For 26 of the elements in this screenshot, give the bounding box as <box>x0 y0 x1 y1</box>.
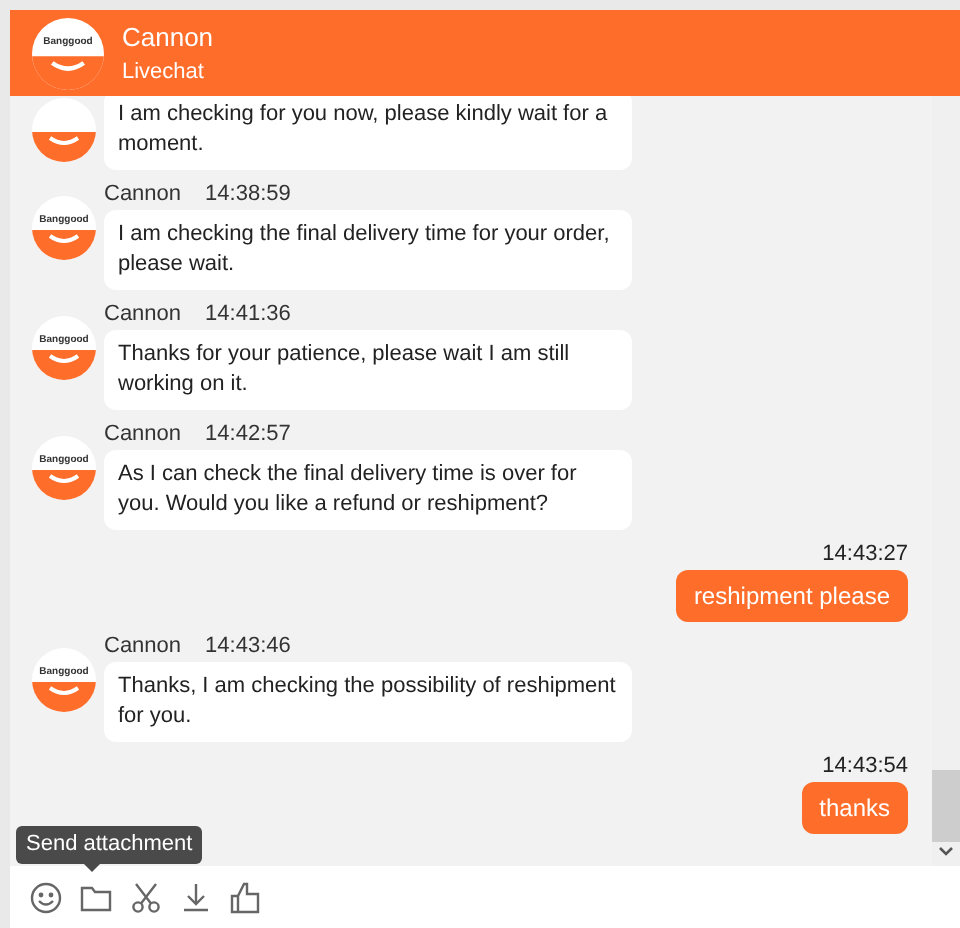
folder-icon[interactable] <box>80 883 112 911</box>
message-bubble: reshipment please <box>675 570 908 622</box>
sender-name: Cannon <box>104 632 182 660</box>
message-bubble: Thanks, I am checking the possibility of reshipment for you. <box>104 662 632 742</box>
message-time: 14:42:57 <box>205 420 291 448</box>
sender-name: Cannon <box>104 420 182 448</box>
smiley-icon[interactable] <box>30 881 62 913</box>
sender-name: Cannon <box>104 300 182 328</box>
message-bubble: thanks <box>801 782 908 834</box>
message-time: 14:41:36 <box>205 300 291 328</box>
message-time: 14:43:54 <box>822 752 908 780</box>
chat-subtitle: Livechat <box>122 57 206 85</box>
message-bubble: As I can check the final delivery time is over for you. Would you like a refund or reshipment? <box>104 450 632 530</box>
scroll-down-icon[interactable] <box>938 846 954 858</box>
download-icon[interactable] <box>180 881 212 913</box>
message-bubble: I am checking the final delivery time for your order, please wait. <box>104 210 632 290</box>
message-bubble: I am checking for you now, please kindly wait for a moment. <box>104 96 632 170</box>
thumbs-up-icon[interactable] <box>230 881 262 913</box>
scrollbar-thumb[interactable] <box>932 770 960 842</box>
message-time: 14:43:27 <box>822 540 908 568</box>
scissors-icon[interactable] <box>130 881 162 913</box>
message-time: 14:38:59 <box>205 180 291 208</box>
sender-name: Cannon <box>104 180 182 208</box>
agent-name: Cannon <box>122 21 214 53</box>
message-bubble: Thanks for your patience, please wait I am still working on it. <box>104 330 632 410</box>
message-time: 14:43:46 <box>205 632 291 660</box>
